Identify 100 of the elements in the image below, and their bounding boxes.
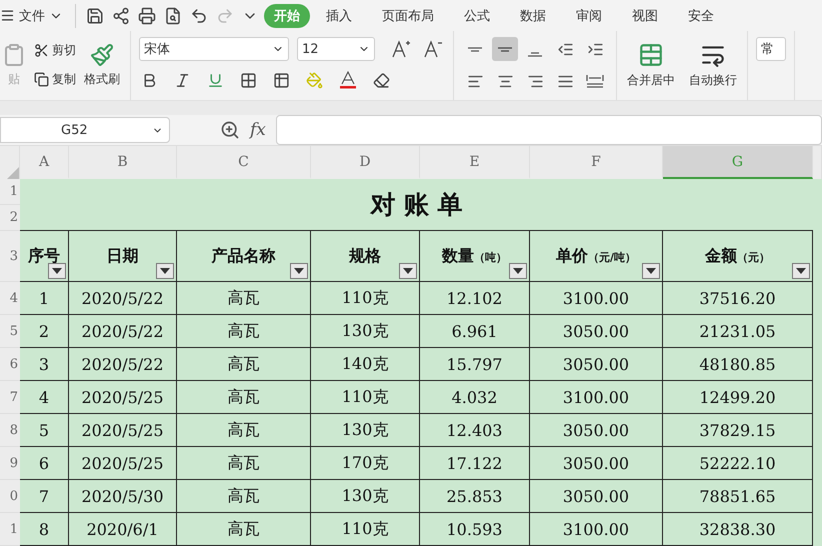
table-cell: 3050.00 bbox=[530, 447, 663, 480]
row-header[interactable]: 3 bbox=[0, 231, 20, 282]
fill-color-icon[interactable] bbox=[304, 70, 325, 91]
table-cell: 110克 bbox=[311, 282, 420, 315]
ribbon-tab[interactable]: 视图 bbox=[622, 4, 668, 28]
filter-button[interactable] bbox=[156, 263, 174, 279]
ribbon-tab[interactable]: 页面布局 bbox=[372, 4, 444, 28]
copy-button[interactable]: 复制 bbox=[32, 69, 78, 90]
table-cell: 130克 bbox=[311, 414, 420, 447]
table-cell: 2020/5/22 bbox=[69, 348, 177, 381]
ribbon-tab[interactable]: 安全 bbox=[678, 4, 724, 28]
table-cell: 2 bbox=[20, 315, 69, 348]
column-header[interactable]: B bbox=[69, 146, 177, 179]
table-cell: 12.102 bbox=[420, 282, 530, 315]
row-header[interactable]: 8 bbox=[0, 414, 20, 447]
ribbon-tab[interactable]: 开始 bbox=[264, 4, 310, 28]
paintbrush-icon bbox=[90, 42, 114, 67]
table-cell: 25.853 bbox=[420, 480, 530, 513]
row-header[interactable]: 7 bbox=[0, 381, 20, 414]
merge-cells-icon bbox=[638, 42, 664, 68]
table-cell: 7 bbox=[20, 480, 69, 513]
function-label[interactable]: fx bbox=[250, 120, 266, 140]
dropdown-arrow-icon bbox=[160, 268, 170, 274]
table-cell: 4.032 bbox=[420, 381, 530, 414]
filter-button[interactable] bbox=[290, 263, 308, 279]
filter-button[interactable] bbox=[509, 263, 527, 279]
table-header: 日期 bbox=[69, 231, 177, 282]
search-icon[interactable] bbox=[220, 120, 240, 140]
ribbon-tab[interactable]: 审阅 bbox=[566, 4, 612, 28]
table-cell: 3050.00 bbox=[530, 414, 663, 447]
table-cell: 130克 bbox=[311, 315, 420, 348]
font-field[interactable]: 宋体 bbox=[139, 37, 289, 62]
menu-icon bbox=[0, 8, 15, 24]
align-button[interactable] bbox=[492, 37, 518, 62]
table-cell: 3100.00 bbox=[530, 381, 663, 414]
format-painter-button[interactable]: 格式刷 bbox=[82, 40, 122, 90]
dropdown-arrow-icon bbox=[52, 268, 62, 274]
row-header[interactable]: 2 bbox=[0, 205, 20, 231]
clipboard-icon bbox=[2, 42, 26, 67]
row-header[interactable]: 4 bbox=[0, 282, 20, 315]
table-cell: 3050.00 bbox=[530, 348, 663, 381]
formula-input-field[interactable] bbox=[276, 115, 822, 145]
ribbon-tab[interactable]: 数据 bbox=[510, 4, 556, 28]
table-cell: 2020/5/22 bbox=[69, 282, 177, 315]
table-cell: 17.122 bbox=[420, 447, 530, 480]
column-header[interactable]: C bbox=[177, 146, 311, 179]
table-cell: 高瓦 bbox=[177, 414, 311, 447]
table-cell: 48180.85 bbox=[663, 348, 813, 381]
filter-button[interactable] bbox=[792, 263, 810, 279]
column-header[interactable]: D bbox=[311, 146, 420, 179]
table-cell: 1 bbox=[20, 282, 69, 315]
table-cell: 21231.05 bbox=[663, 315, 813, 348]
row-header[interactable]: 1 bbox=[0, 513, 20, 546]
table-cell: 3 bbox=[20, 348, 69, 381]
align-bottom-icon bbox=[528, 52, 542, 57]
table-cell: 15.797 bbox=[420, 348, 530, 381]
table-cell: 12499.20 bbox=[663, 381, 813, 414]
table-cell: 2020/5/25 bbox=[69, 447, 177, 480]
table-cell: 37829.15 bbox=[663, 414, 813, 447]
row-header[interactable]: 6 bbox=[0, 348, 20, 381]
table-cell: 5 bbox=[20, 414, 69, 447]
column-header[interactable]: E bbox=[420, 146, 530, 179]
merge-center-button[interactable]: 合并居中 bbox=[625, 40, 677, 91]
ribbon-tab[interactable]: 插入 bbox=[316, 4, 362, 28]
file-menu[interactable]: 文件 bbox=[0, 6, 67, 25]
align-top-icon bbox=[468, 46, 482, 52]
row-header[interactable]: 0 bbox=[0, 480, 20, 513]
font-color-icon[interactable] bbox=[337, 69, 359, 92]
ribbon-tab[interactable]: 公式 bbox=[454, 4, 500, 28]
table-cell: 8 bbox=[20, 513, 69, 546]
name-box[interactable]: G52 bbox=[0, 117, 170, 143]
table-cell: 10.593 bbox=[420, 513, 530, 546]
filter-button[interactable] bbox=[399, 263, 417, 279]
filter-button[interactable] bbox=[48, 263, 66, 279]
font-size-field[interactable]: 12 bbox=[297, 37, 375, 62]
table-cell: 6 bbox=[20, 447, 69, 480]
column-header[interactable]: A bbox=[20, 146, 69, 179]
table-cell: 4 bbox=[20, 381, 69, 414]
table-cell: 2020/6/1 bbox=[69, 513, 177, 546]
table-cell: 高瓦 bbox=[177, 513, 311, 546]
row-header[interactable]: 5 bbox=[0, 315, 20, 348]
table-cell: 3100.00 bbox=[530, 513, 663, 546]
wrap-text-button[interactable]: 自动换行 bbox=[687, 40, 739, 91]
dropdown-arrow-icon bbox=[294, 268, 304, 274]
dropdown-arrow-icon bbox=[646, 268, 656, 274]
table-cell: 高瓦 bbox=[177, 381, 311, 414]
scissors-icon bbox=[34, 43, 49, 58]
dropdown-arrow-icon bbox=[403, 268, 413, 274]
filter-button[interactable] bbox=[642, 263, 660, 279]
number-format-field[interactable]: 常 bbox=[756, 37, 786, 62]
table-cell: 12.403 bbox=[420, 414, 530, 447]
table-header: 金额（元） bbox=[663, 231, 813, 282]
table-cell: 3050.00 bbox=[530, 315, 663, 348]
table-cell: 6.961 bbox=[420, 315, 530, 348]
row-header[interactable]: 1 bbox=[0, 179, 20, 205]
distributed-align-icon bbox=[586, 74, 604, 88]
table-cell: 高瓦 bbox=[177, 348, 311, 381]
row-header[interactable]: 9 bbox=[0, 447, 20, 480]
column-header[interactable]: F bbox=[530, 146, 663, 179]
cut-button[interactable]: 剪切 bbox=[32, 40, 78, 62]
